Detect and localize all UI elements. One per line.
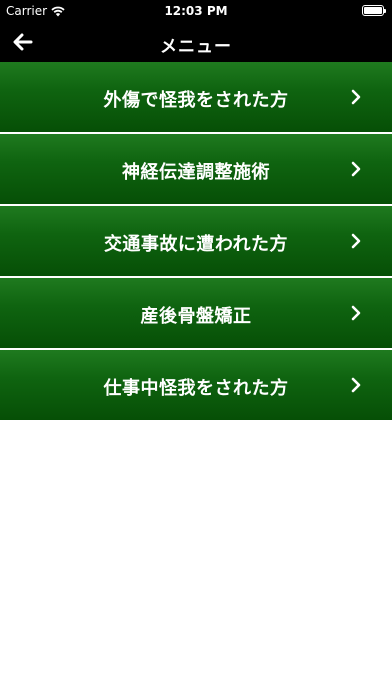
status-bar: Carrier 12:03 PM bbox=[0, 0, 392, 22]
chevron-right-icon bbox=[351, 305, 361, 321]
menu-item-label: 産後骨盤矯正 bbox=[140, 306, 252, 327]
menu-item-label: 神経伝達調整施術 bbox=[122, 162, 270, 183]
battery-fill bbox=[364, 7, 382, 14]
menu-list: 外傷で怪我をされた方 神経伝達調整施術 交通事故に遭われた方 産後骨盤矯正 仕事… bbox=[0, 62, 392, 422]
chevron-right-icon bbox=[351, 89, 361, 105]
menu-item-label: 交通事故に遭われた方 bbox=[103, 234, 289, 255]
chevron-right-icon bbox=[351, 161, 361, 177]
menu-item-label: 仕事中怪我をされた方 bbox=[103, 378, 289, 399]
menu-item-neural-treatment[interactable]: 神経伝達調整施術 bbox=[0, 134, 392, 204]
menu-item-trauma-injury[interactable]: 外傷で怪我をされた方 bbox=[0, 62, 392, 132]
menu-item-label: 外傷で怪我をされた方 bbox=[103, 90, 289, 111]
menu-item-work-injury[interactable]: 仕事中怪我をされた方 bbox=[0, 350, 392, 420]
navigation-bar: メニュー bbox=[0, 22, 392, 62]
chevron-right-icon bbox=[351, 377, 361, 393]
menu-item-postpartum-pelvis[interactable]: 産後骨盤矯正 bbox=[0, 278, 392, 348]
chevron-right-icon bbox=[351, 233, 361, 249]
status-time: 12:03 PM bbox=[164, 4, 228, 18]
page-title: メニュー bbox=[160, 37, 232, 57]
battery-icon bbox=[362, 5, 386, 16]
menu-item-traffic-accident[interactable]: 交通事故に遭われた方 bbox=[0, 206, 392, 276]
